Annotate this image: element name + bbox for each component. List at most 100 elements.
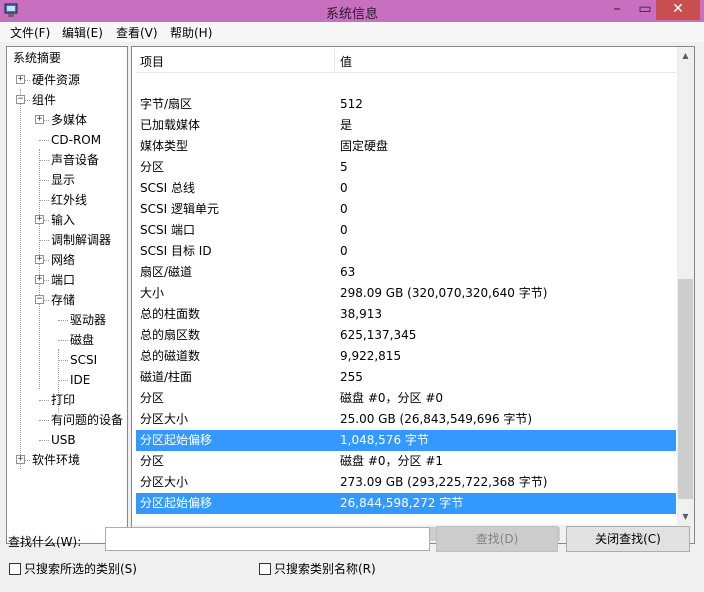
table-row[interactable]: 媒体类型 固定硬盘 — [136, 136, 676, 157]
tree-item[interactable]: 存储 — [51, 291, 75, 309]
row-item: 扇区/磁道 — [140, 265, 193, 279]
collapse-icon[interactable]: − — [16, 95, 25, 104]
tree-item[interactable]: 磁盘 — [70, 331, 94, 349]
tree-item[interactable]: IDE — [70, 371, 90, 389]
title-bar[interactable]: 系统信息 – ▭ ✕ — [0, 0, 704, 22]
tree-connector-line — [58, 320, 68, 321]
window-title: 系统信息 — [325, 7, 378, 22]
tree-connector-line — [58, 380, 68, 381]
tree-connector-line — [39, 440, 49, 441]
table-row[interactable]: 分区 磁盘 #0，分区 #0 — [136, 388, 676, 409]
row-value: 是 — [340, 118, 353, 132]
tree-item[interactable]: 多媒体 — [51, 111, 87, 129]
table-row[interactable]: 总的扇区数 625,137,345 — [136, 325, 676, 346]
menu-help[interactable]: 帮助(H) — [170, 24, 212, 41]
tree-connector-line — [39, 400, 49, 401]
tree-item[interactable]: 显示 — [51, 171, 75, 189]
table-row[interactable]: SCSI 逻辑单元 0 — [136, 199, 676, 220]
tree-item[interactable]: SCSI — [70, 351, 97, 369]
tree-item[interactable]: 红外线 — [51, 191, 87, 209]
column-header-value[interactable]: 值 — [340, 53, 352, 70]
expand-icon[interactable]: + — [35, 255, 44, 264]
window-client: 文件(F) 编辑(E) 查看(V) 帮助(H) 系统摘要 + 硬件资源 − 组件 + 多媒体… — [0, 22, 704, 592]
expand-icon[interactable]: + — [16, 75, 25, 84]
table-row[interactable]: 已加载媒体 是 — [136, 115, 676, 136]
tree-item[interactable]: 软件环境 — [32, 451, 80, 469]
close-icon[interactable]: ✕ — [656, 0, 700, 20]
checkbox-category-names[interactable] — [259, 563, 271, 575]
details-list[interactable]: 项目 值 字节/扇区 512 已加载媒体是媒体类型 固定硬盘 分区 5 SCSI 总线 0 SC… — [131, 46, 695, 544]
tree-item[interactable]: 组件 — [32, 91, 56, 109]
table-row[interactable]: SCSI 总线 0 — [136, 178, 676, 199]
tree-item[interactable]: 打印 — [51, 391, 75, 409]
table-row[interactable]: 字节/扇区 512 — [136, 94, 676, 115]
row-item: 字节/扇区 — [140, 97, 193, 111]
tree-item[interactable]: 硬件资源 — [32, 71, 80, 89]
search-category-names-option[interactable]: 只搜索类别名称(R) — [259, 562, 376, 576]
table-row[interactable]: 总的柱面数 38,913 — [136, 304, 676, 325]
maximize-icon[interactable]: ▭ — [632, 0, 658, 20]
menu-file[interactable]: 文件(F) — [10, 24, 50, 41]
category-tree[interactable]: 系统摘要 + 硬件资源 − 组件 + 多媒体 CD-ROM 声音设备 显示 红外线 + 输入 调制解调器 +… — [6, 46, 128, 544]
row-value: 0 — [340, 202, 348, 216]
row-value: 273.09 GB (293,225,722,368 字节) — [340, 475, 548, 489]
tree-item[interactable]: 声音设备 — [51, 151, 99, 169]
row-value: 63 — [340, 265, 356, 279]
table-row[interactable]: 分区 磁盘 #0，分区 #1 — [136, 451, 676, 472]
table-row[interactable]: 磁道/柱面 255 — [136, 367, 676, 388]
collapse-icon[interactable]: − — [35, 295, 44, 304]
tree-item[interactable]: 系统摘要 — [13, 49, 61, 67]
scroll-down-icon[interactable]: ▼ — [677, 508, 694, 525]
row-item: 磁道/柱面 — [140, 370, 193, 384]
tree-item[interactable]: 输入 — [51, 211, 75, 229]
minimize-icon[interactable]: – — [604, 0, 630, 20]
row-item: 分区 — [140, 454, 165, 468]
vertical-scroll-thumb[interactable] — [678, 279, 693, 499]
row-value: 26,844,598,272 字节 — [340, 496, 464, 510]
tree-item[interactable]: 调制解调器 — [51, 231, 111, 249]
row-value: 38,913 — [340, 307, 382, 321]
table-row[interactable]: SCSI 端口 0 — [136, 220, 676, 241]
tree-item[interactable]: CD-ROM — [51, 131, 101, 149]
search-selected-category-option[interactable]: 只搜索所选的类别(S) — [9, 562, 137, 576]
tree-item[interactable]: 驱动器 — [70, 311, 106, 329]
vertical-scrollbar[interactable]: ▲ ▼ — [677, 47, 694, 525]
column-header-item[interactable]: 项目 — [140, 53, 164, 70]
menu-edit[interactable]: 编辑(E) — [62, 24, 103, 41]
row-item: 总的磁道数 — [140, 349, 201, 363]
expand-icon[interactable]: + — [35, 275, 44, 284]
expand-icon[interactable]: + — [35, 115, 44, 124]
tree-item[interactable]: 端口 — [51, 271, 75, 289]
column-separator[interactable] — [334, 49, 335, 71]
table-row[interactable]: 总的磁道数 9,922,815 — [136, 346, 676, 367]
expand-icon[interactable]: + — [16, 455, 25, 464]
checkbox-label: 只搜索类别名称(R) — [274, 562, 376, 576]
table-row[interactable]: 分区 5 — [136, 157, 676, 178]
tree-connector-line — [39, 240, 49, 241]
table-row[interactable]: 分区大小 273.09 GB (293,225,722,368 字节) — [136, 472, 676, 493]
row-value: 5 — [340, 160, 348, 174]
row-value: 固定硬盘 — [340, 139, 389, 153]
row-item: SCSI 目标 ID — [140, 244, 212, 258]
tree-item[interactable]: 有问题的设备 — [51, 411, 123, 429]
checkbox-label: 只搜索所选的类别(S) — [24, 562, 137, 576]
tree-connector-line — [58, 360, 68, 361]
row-value: 1,048,576 字节 — [340, 433, 429, 447]
close-find-button[interactable]: 关闭查找(C) — [566, 526, 690, 552]
find-button[interactable]: 查找(D) — [436, 526, 558, 552]
tree-item[interactable]: USB — [51, 431, 76, 449]
scroll-up-icon[interactable]: ▲ — [677, 47, 694, 64]
table-row[interactable]: 扇区/磁道 63 — [136, 262, 676, 283]
table-row[interactable]: SCSI 目标 ID 0 — [136, 241, 676, 262]
menu-view[interactable]: 查看(V) — [116, 24, 158, 41]
tree-item[interactable]: 网络 — [51, 251, 75, 269]
table-row[interactable]: 分区起始偏移 26,844,598,272 字节 — [136, 493, 676, 514]
expand-icon[interactable]: + — [35, 215, 44, 224]
table-row[interactable]: 大小 298.09 GB (320,070,320,640 字节) — [136, 283, 676, 304]
tree-connector-line — [39, 180, 49, 181]
find-input[interactable] — [105, 527, 430, 551]
table-row[interactable]: 分区大小 25.00 GB (26,843,549,696 字节) — [136, 409, 676, 430]
row-value: 25.00 GB (26,843,549,696 字节) — [340, 412, 533, 426]
checkbox-selected-category[interactable] — [9, 563, 21, 575]
table-row[interactable]: 分区起始偏移 1,048,576 字节 — [136, 430, 676, 451]
